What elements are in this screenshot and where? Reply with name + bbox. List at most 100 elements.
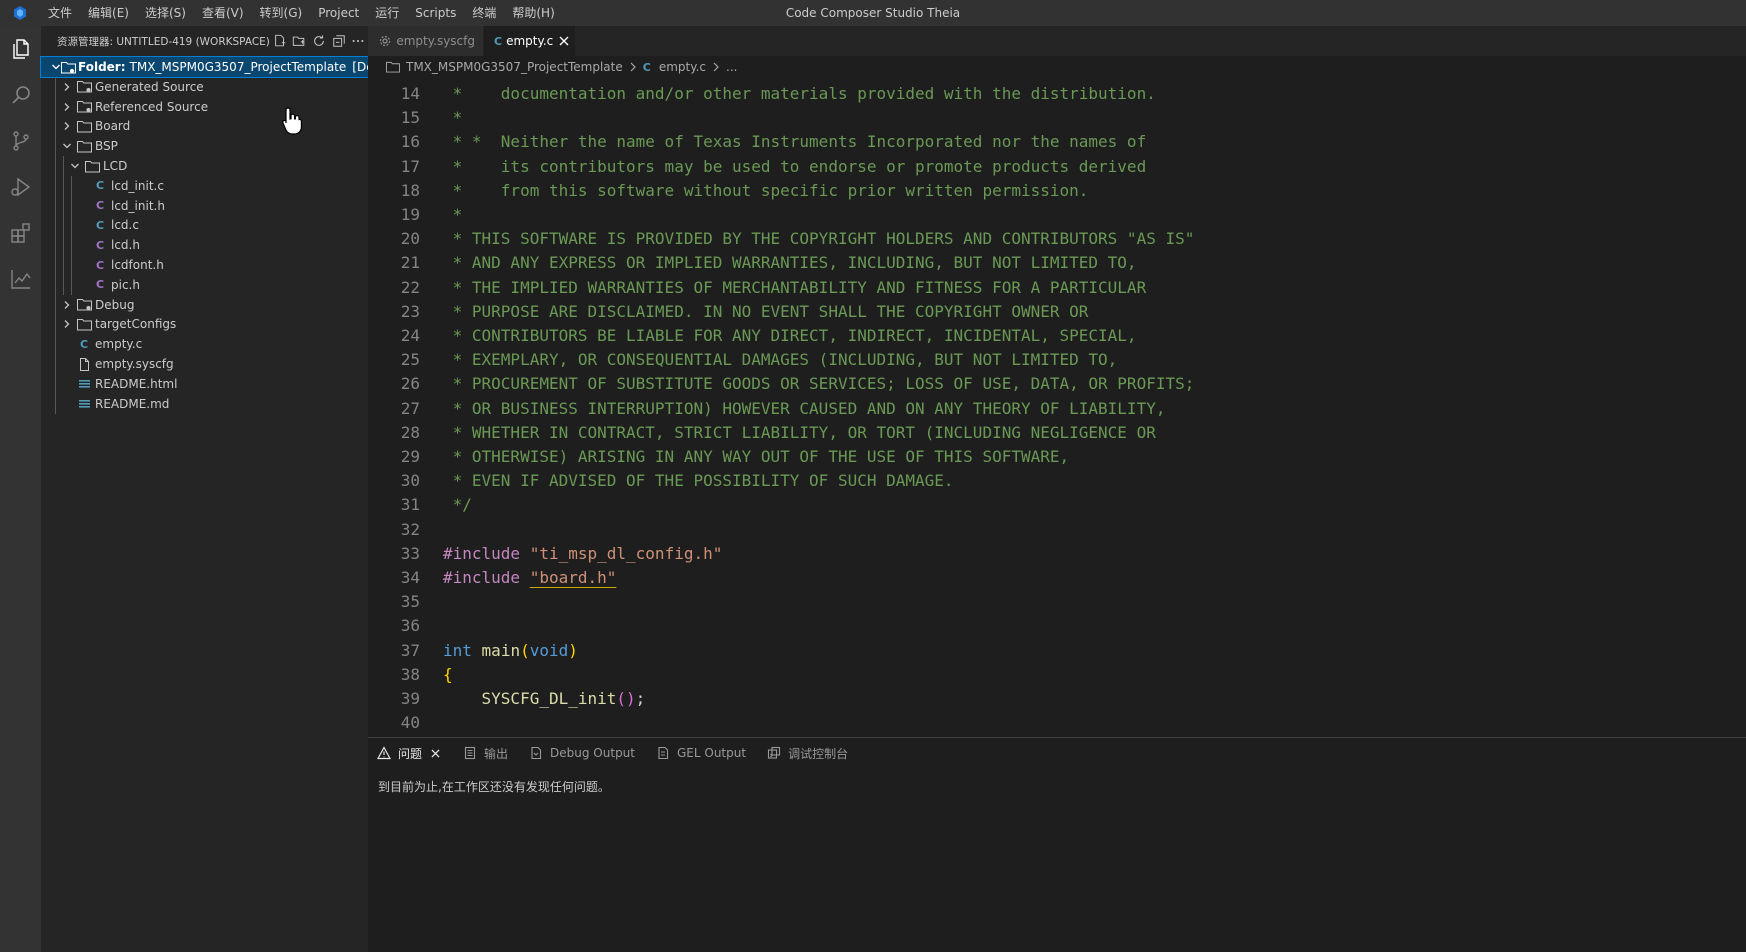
menu-item-2[interactable]: 编辑(E) (80, 0, 137, 26)
tree-root-folder[interactable]: Folder: TMX_MSPM0G3507_ProjectTemplate [… (40, 56, 385, 78)
code-token: ; (635, 689, 646, 708)
folder-icon (75, 316, 93, 332)
tree-item-bsp[interactable]: BSP (41, 136, 368, 156)
activity-bar (0, 26, 41, 952)
menu-item-4[interactable]: 查看(V) (194, 0, 252, 26)
code-line: * OR BUSINESS INTERRUPTION) HOWEVER CAUS… (443, 399, 1166, 418)
tab-empty-c[interactable]: Cempty.c (484, 26, 576, 56)
chevron-down-icon[interactable] (67, 158, 83, 174)
refresh-icon[interactable] (309, 30, 329, 52)
tree-item-readme-html[interactable]: README.html (41, 374, 368, 394)
line-number: 26 (400, 374, 420, 394)
tab-empty-syscfg[interactable]: empty.syscfg (368, 26, 484, 56)
tree-item-board[interactable]: Board (41, 117, 368, 137)
tree-item-lcd[interactable]: LCD (41, 156, 368, 176)
debug-output-icon (528, 745, 544, 761)
panel-tab-1[interactable]: 问题 (368, 738, 454, 768)
problems-message: 到目前为止,在工作区还没有发现任何问题。 (378, 780, 610, 794)
chevron-right-icon[interactable] (59, 79, 75, 95)
line-number: 29 (400, 447, 420, 466)
breadcrumb-symbol[interactable]: ... (726, 60, 737, 74)
indent-guide (55, 77, 56, 414)
menu-item-9[interactable]: 终端 (464, 0, 504, 26)
tree-item-empty-c[interactable]: Cempty.c (41, 334, 368, 354)
document-icon (75, 376, 93, 392)
code-token: ) (568, 640, 578, 660)
file-tree: Folder: TMX_MSPM0G3507_ProjectTemplate [… (40, 56, 385, 414)
line-number: 39 (400, 689, 420, 708)
files-icon[interactable] (0, 26, 41, 72)
root-folder-name: TMX_MSPM0G3507_ProjectTemplate (129, 60, 347, 74)
tree-item-lcd-init-c[interactable]: Clcd_init.c (41, 176, 368, 196)
twistie-spacer (59, 376, 75, 392)
tree-item-empty-syscfg[interactable]: empty.syscfg (41, 354, 368, 374)
close-icon[interactable] (428, 748, 442, 758)
code-line: * PROCUREMENT OF SUBSTITUTE GOODS OR SER… (443, 374, 1195, 393)
close-icon[interactable] (559, 32, 569, 50)
panel-tab-2[interactable]: 输出 (454, 738, 520, 768)
bottom-panel: 问题 输出 Debug Output GEL Output 调试控制台 到目前为止,在工… (368, 737, 1746, 952)
code-token: * PURPOSE ARE DISCLAIMED. IN NO EVENT SH… (443, 301, 1089, 321)
tree-item-label: targetConfigs (95, 317, 177, 332)
tree-items: Generated Source Referenced Source Board BS… (41, 77, 368, 414)
tree-item-referenced-source[interactable]: Referenced Source (41, 97, 368, 117)
chevron-right-icon[interactable] (59, 99, 75, 115)
tree-item-lcd-c[interactable]: Clcd.c (41, 216, 368, 236)
panel-tab-5[interactable]: 调试控制台 (758, 738, 860, 768)
chevron-down-icon[interactable] (59, 138, 75, 154)
extensions-icon[interactable] (0, 210, 41, 256)
source-control-icon[interactable] (0, 118, 41, 164)
collapse-all-icon[interactable] (329, 30, 349, 52)
chevron-right-icon (712, 62, 720, 72)
line-number: 16 (400, 132, 420, 152)
new-file-icon[interactable] (270, 30, 290, 52)
line-number: 37 (400, 640, 420, 660)
tree-item-lcd-init-h[interactable]: Clcd_init.h (41, 196, 368, 216)
code-line: * documentation and/or other materials p… (443, 84, 1156, 103)
menu-item-3[interactable]: 选择(S) (137, 0, 194, 26)
chevron-right-icon[interactable] (59, 316, 75, 332)
code-editor[interactable]: 14 15 16 17 18 19 20 21 22 23 24 25 26 27 28 29 30 31 32 33… (368, 56, 1746, 737)
twistie-spacer (75, 217, 91, 233)
chevron-right-icon[interactable] (59, 297, 75, 313)
tree-item-debug[interactable]: Debug (41, 295, 368, 315)
menu-item-8[interactable]: Scripts (407, 0, 464, 26)
tree-item-label: lcd_init.h (111, 198, 165, 213)
chart-icon[interactable] (0, 256, 41, 302)
breadcrumb-file[interactable]: C empty.c (643, 60, 706, 74)
linked-folder-icon (75, 79, 93, 95)
chevron-down-icon[interactable] (51, 59, 61, 75)
chevron-right-icon[interactable] (59, 118, 75, 134)
search-icon[interactable] (0, 72, 41, 118)
c-file-icon: C (494, 34, 503, 48)
tree-item-generated-source[interactable]: Generated Source (41, 77, 368, 97)
app-logo-icon[interactable] (0, 0, 40, 26)
code-token: "ti_msp_dl_config.h" (529, 543, 723, 563)
more-actions-icon[interactable] (348, 30, 368, 52)
tree-item-targetconfigs[interactable]: targetConfigs (41, 315, 368, 335)
menu-item-7[interactable]: 运行 (367, 0, 407, 26)
run-debug-icon[interactable] (0, 164, 41, 210)
tree-item-pic-h[interactable]: Cpic.h (41, 275, 368, 295)
folder-icon (83, 158, 101, 174)
twistie-spacer (75, 257, 91, 273)
menu-item-1[interactable]: 文件 (40, 0, 80, 26)
code-token: * THIS SOFTWARE IS PROVIDED BY THE COPYR… (443, 229, 1195, 249)
menu-item-10[interactable]: 帮助(H) (504, 0, 562, 26)
menu-item-6[interactable]: Project (310, 0, 367, 26)
panel-tab-label: 问题 (398, 746, 423, 761)
panel-tab-label: 调试控制台 (788, 746, 849, 761)
code-token: * WHETHER IN CONTRACT, STRICT LIABILITY,… (443, 422, 1156, 442)
tree-item-lcd-h[interactable]: Clcd.h (41, 235, 368, 255)
line-number: 40 (400, 713, 420, 733)
menu-item-5[interactable]: 转到(G) (252, 0, 311, 26)
tree-item-label: README.md (95, 396, 170, 411)
tree-item-readme-md[interactable]: README.md (41, 394, 368, 414)
line-number: 34 (400, 568, 420, 587)
new-folder-icon[interactable] (290, 30, 310, 52)
panel-tab-4[interactable]: GEL Output (647, 738, 758, 768)
panel-tab-3[interactable]: Debug Output (520, 738, 647, 768)
code-area[interactable]: * documentation and/or other materials p… (443, 56, 1746, 737)
tree-item-lcdfont-h[interactable]: Clcdfont.h (41, 255, 368, 275)
breadcrumb-project[interactable]: TMX_MSPM0G3507_ProjectTemplate (386, 60, 623, 74)
